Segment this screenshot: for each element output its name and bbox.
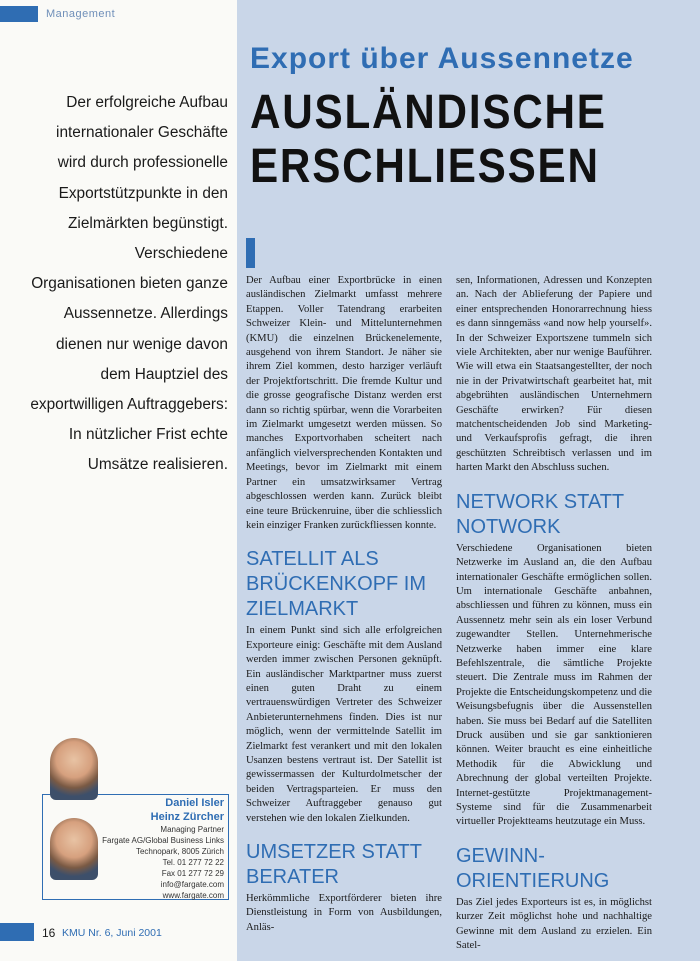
footer-color-bar bbox=[0, 923, 34, 941]
intro-paragraph: Der Aufbau einer Exportbrücke in einen a… bbox=[246, 238, 442, 533]
drop-cap-bar bbox=[246, 238, 255, 268]
article-title: AUSLÄNDISCHE ERSCHLIESSEN bbox=[250, 86, 637, 194]
lead-paragraph: Der erfolgreiche Aufbau internationaler … bbox=[30, 94, 228, 474]
section-label: Management bbox=[46, 8, 116, 20]
author-email: info@fargate.com bbox=[160, 880, 224, 889]
section-color-bar bbox=[0, 6, 38, 22]
subheading-umsetzer: UMSETZER STATT BERATER bbox=[246, 841, 422, 888]
author-info: Daniel Isler Heinz Zürcher Managing Part… bbox=[94, 796, 224, 901]
author-fax: Fax 01 277 72 29 bbox=[161, 869, 224, 878]
subheading-satellit: SATELLIT ALS BRÜCKENKOPF IM ZIELMARKT bbox=[246, 548, 427, 621]
article-column-2: sen, Informationen, Adressen und Konzept… bbox=[456, 274, 652, 953]
paragraph-umsetzer-cont: sen, Informationen, Adressen und Konzept… bbox=[456, 275, 652, 474]
author-name-2: Heinz Zürcher bbox=[150, 811, 224, 823]
author-address: Technopark, 8005 Zürich bbox=[135, 847, 224, 856]
author-photo-2 bbox=[50, 818, 98, 880]
subheading-gewinn: GEWINN-ORIENTIERUNG bbox=[456, 844, 610, 892]
author-role: Managing Partner bbox=[160, 825, 224, 834]
paragraph-umsetzer: Herkömmliche Exportförderer bieten ihre … bbox=[246, 893, 442, 933]
article-column-1: Der Aufbau einer Exportbrücke in einen a… bbox=[246, 238, 442, 935]
title-line-2: ERSCHLIESSEN bbox=[250, 140, 600, 193]
author-photo-1 bbox=[50, 738, 98, 800]
title-line-1: AUSLÄNDISCHE bbox=[250, 86, 607, 139]
article-kicker: Export über Aussennetze bbox=[250, 42, 634, 75]
author-name-1: Daniel Isler bbox=[165, 797, 224, 809]
author-tel: Tel. 01 277 72 22 bbox=[162, 858, 224, 867]
author-website: www.fargate.com bbox=[162, 891, 224, 900]
paragraph-network: Verschiedene Organisationen bieten Netzw… bbox=[456, 542, 652, 828]
issue-label: KMU Nr. 6, Juni 2001 bbox=[62, 927, 162, 939]
page-number: 16 bbox=[42, 926, 56, 940]
paragraph-gewinn: Das Ziel jedes Exporteurs ist es, in mög… bbox=[456, 896, 652, 952]
subheading-network: NETWORK STATT NOTWORK bbox=[456, 490, 624, 538]
paragraph-satellit: In einem Punkt sind sich alle erfolgreic… bbox=[246, 625, 442, 824]
author-company: Fargate AG/Global Business Links bbox=[102, 836, 224, 845]
